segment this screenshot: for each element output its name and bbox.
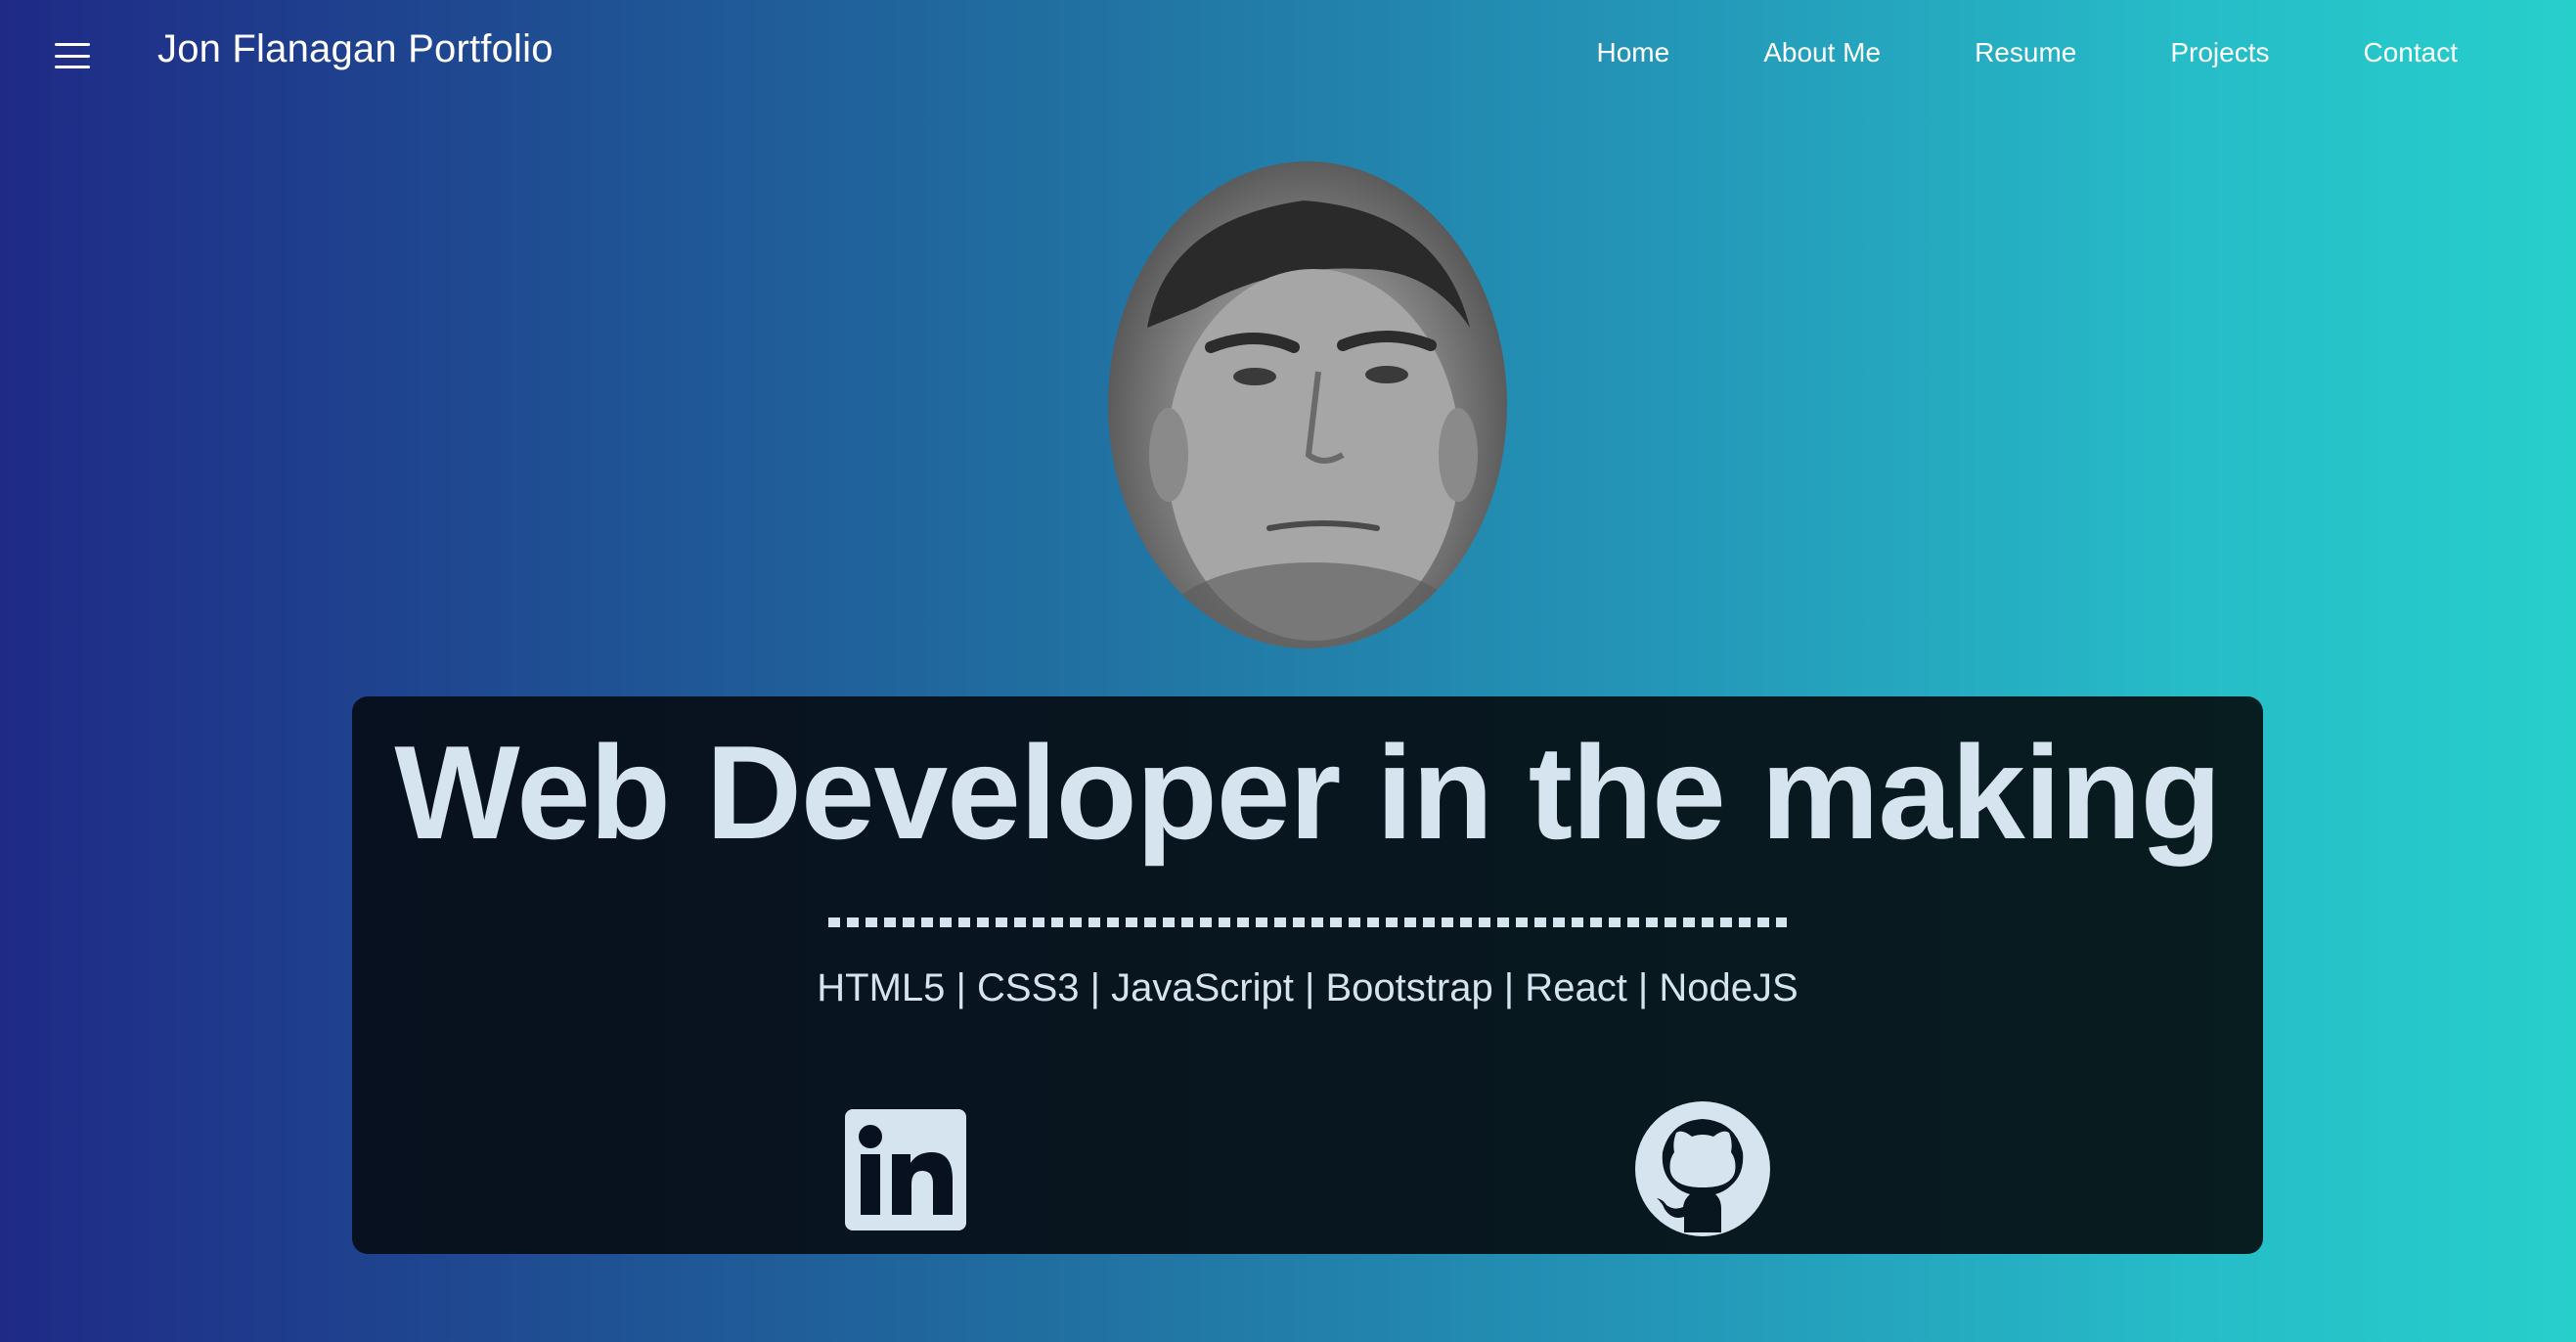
navbar: Jon Flanagan Portfolio Home About Me Res… <box>0 0 2576 110</box>
profile-photo <box>1147 201 1478 649</box>
nav-home[interactable]: Home <box>1597 37 1670 68</box>
skills-list: HTML5 | CSS3 | JavaScript | Bootstrap | … <box>817 966 1799 1009</box>
brand-link[interactable]: Jon Flanagan Portfolio <box>157 27 554 71</box>
avatar <box>1108 161 1507 649</box>
nav-resume[interactable]: Resume <box>1975 37 2076 68</box>
dotted-divider <box>828 917 1787 927</box>
hero-card: Web Developer in the making HTML5 | CSS3… <box>352 696 2263 1254</box>
linkedin-icon[interactable] <box>845 1109 966 1230</box>
hamburger-menu-icon[interactable] <box>55 43 90 68</box>
nav-projects[interactable]: Projects <box>2170 37 2269 68</box>
nav-links: Home About Me Resume Projects Contact <box>1597 37 2458 68</box>
nav-contact[interactable]: Contact <box>2364 37 2459 68</box>
github-icon[interactable] <box>1635 1101 1770 1236</box>
nav-about-me[interactable]: About Me <box>1763 37 1881 68</box>
hero-title: Web Developer in the making <box>394 718 2221 867</box>
